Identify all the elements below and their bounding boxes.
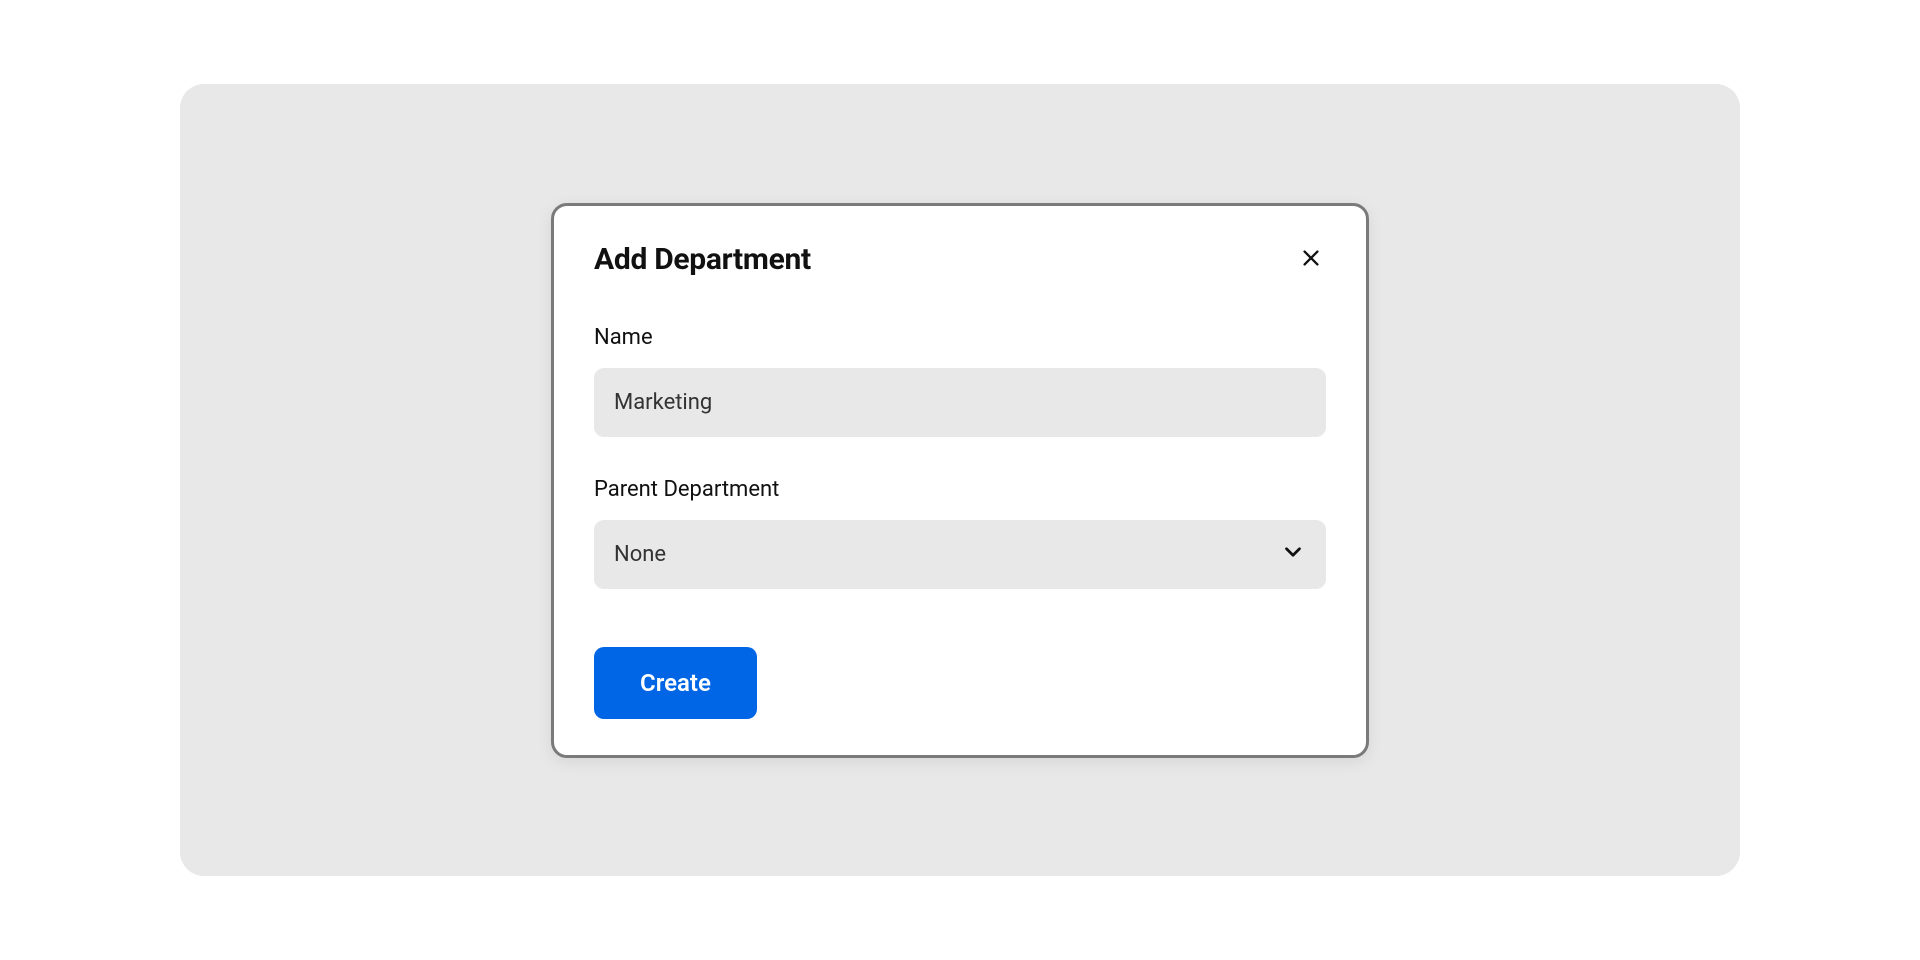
name-field-group: Name [594, 325, 1326, 437]
parent-select[interactable]: None [594, 520, 1326, 589]
close-icon [1300, 247, 1322, 272]
create-button[interactable]: Create [594, 647, 757, 719]
modal-header: Add Department [594, 242, 1326, 277]
page-backdrop: Add Department Name Parent Department No… [180, 84, 1740, 876]
parent-select-wrapper: None [594, 520, 1326, 589]
modal-title: Add Department [594, 242, 811, 277]
name-input[interactable] [594, 368, 1326, 437]
close-button[interactable] [1296, 243, 1326, 276]
parent-field-group: Parent Department None [594, 477, 1326, 589]
modal-actions: Create [594, 647, 1326, 719]
parent-label: Parent Department [594, 477, 1326, 502]
add-department-modal: Add Department Name Parent Department No… [551, 203, 1369, 758]
name-label: Name [594, 325, 1326, 350]
